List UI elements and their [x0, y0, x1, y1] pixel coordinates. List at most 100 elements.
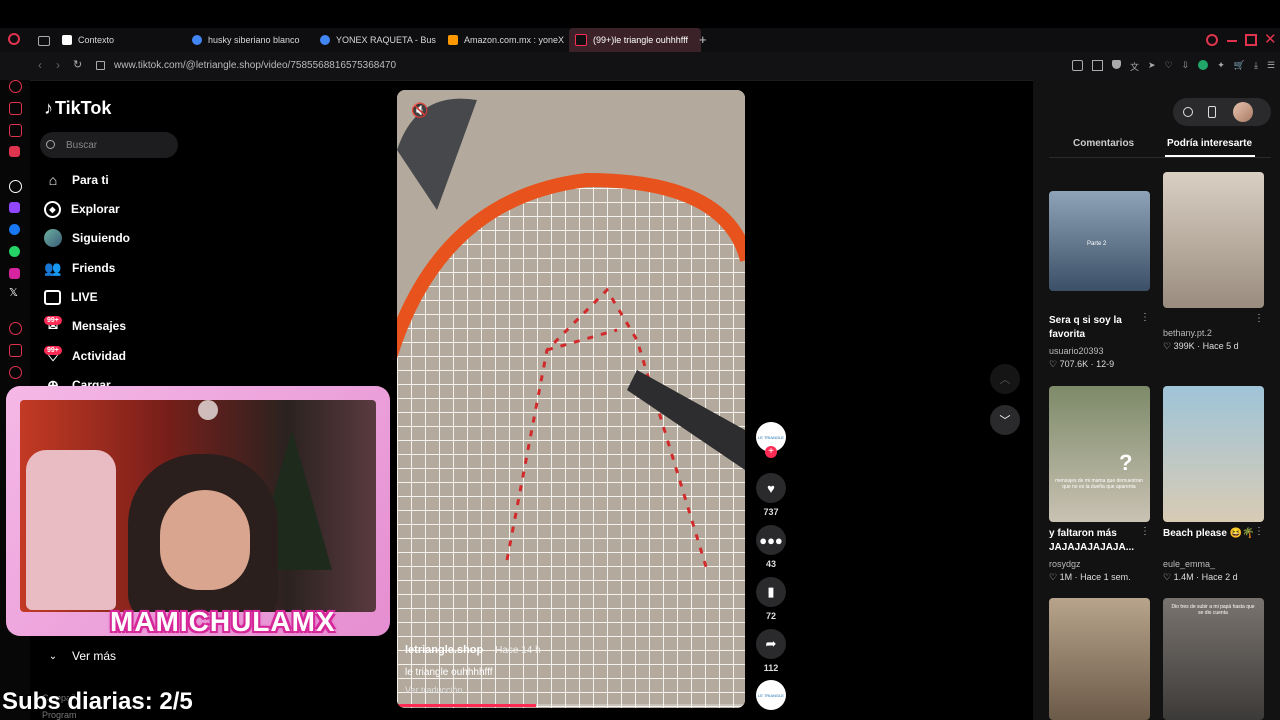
recommendation-thumbnail-1[interactable]: Parte 2 [1049, 191, 1150, 291]
tab-comentarios[interactable]: Comentarios [1073, 138, 1134, 149]
recommendation-thumbnail-6[interactable]: Dio tres de subir a mi papá hasta que se… [1163, 598, 1264, 720]
downloads-icon[interactable]: ⤓ [1254, 60, 1258, 73]
like-count: 707.6K [1059, 359, 1089, 369]
next-video-button[interactable]: ﹀ [990, 405, 1020, 435]
tab-husky[interactable]: husky siberiano blanco - [190, 28, 302, 52]
translate-link[interactable]: Ver traducción [405, 685, 463, 695]
tab-overview-icon[interactable] [38, 36, 50, 46]
tab-label: Contexto [78, 35, 115, 45]
tab-amazon[interactable]: Amazon.com.mx : yoneX [446, 28, 564, 52]
new-tab-button[interactable]: + [699, 32, 707, 47]
previous-video-button[interactable]: ︿ [990, 364, 1020, 394]
like-count: 399K [1173, 341, 1195, 351]
nav-friends[interactable]: 👥 Friends [44, 257, 115, 279]
tiktok-note-icon: ♪ [44, 98, 53, 118]
video-player[interactable]: 🔇 letriangle.shop · Hace 14 h le triangl… [397, 90, 745, 708]
follow-plus-icon[interactable]: + [765, 446, 777, 458]
recommendation-user-4[interactable]: eule_emma_ [1163, 559, 1215, 569]
tiktok-sidebar-icon[interactable] [9, 180, 22, 193]
forward-icon[interactable]: › [56, 58, 60, 72]
nav-live[interactable]: LIVE [44, 286, 98, 308]
more-options-icon[interactable]: ⋮ [1254, 526, 1264, 537]
music-disc[interactable]: LE TRIANGLE [756, 680, 786, 710]
bookmark-icon[interactable] [1092, 60, 1103, 71]
x-icon[interactable]: 𝕏 [9, 286, 18, 299]
aria-icon[interactable] [9, 80, 22, 93]
video-author[interactable]: letriangle.shop [405, 644, 483, 656]
pin-icon[interactable] [1072, 60, 1083, 71]
whatsapp-icon[interactable] [9, 246, 20, 257]
save-count: 72 [765, 611, 776, 621]
tab-tiktok-active[interactable]: (99+)le triangle ouhhhfff [569, 28, 701, 52]
search-tabs-icon[interactable] [1206, 34, 1218, 46]
nav-para-ti[interactable]: ⌂ Para ti [44, 169, 109, 191]
translate-icon[interactable]: 文 [1130, 60, 1139, 73]
more-options-icon[interactable]: ⋮ [1254, 313, 1264, 324]
more-options-icon[interactable]: ⋮ [1140, 312, 1150, 323]
recommendation-thumbnail-3[interactable]: mensajes de mi mama que demuestran que n… [1049, 386, 1150, 522]
reload-icon[interactable]: ↻ [73, 58, 82, 71]
profile-avatar[interactable] [1233, 102, 1253, 122]
messenger-icon[interactable] [9, 224, 20, 235]
maximize-icon[interactable] [1245, 34, 1257, 46]
more-options-icon[interactable]: ⋮ [1140, 526, 1150, 537]
search-icon [46, 140, 55, 149]
close-icon[interactable]: ✕ [1264, 30, 1277, 48]
mute-icon[interactable]: 🔇 [411, 102, 428, 119]
heart-icon[interactable]: ♡ [1165, 60, 1173, 73]
nav-label: Friends [72, 261, 116, 275]
crypto-icon[interactable] [9, 124, 22, 137]
progress-track[interactable] [397, 704, 745, 707]
nav-explorar[interactable]: ◆ Explorar [44, 198, 120, 220]
gmail-icon[interactable] [9, 146, 20, 157]
phone-icon[interactable] [1208, 106, 1216, 118]
cart-icon[interactable]: 🛒 [1234, 60, 1245, 73]
extensions-toolbar: 文 ➤ ♡ ⇩ ✦ 🛒 ⤓ ☰ [1072, 60, 1275, 73]
search-input[interactable]: Buscar [40, 132, 178, 158]
recommendation-user-2[interactable]: bethany.pt.2 [1163, 328, 1212, 338]
history-icon[interactable] [9, 366, 22, 379]
instagram-icon[interactable] [9, 268, 20, 279]
minimize-icon[interactable] [1227, 40, 1237, 42]
recommendation-user-3[interactable]: rosydgz [1049, 559, 1081, 569]
nav-siguiendo[interactable]: Siguiendo [44, 227, 130, 249]
tab-podria-interesarte[interactable]: Podría interesarte [1167, 138, 1252, 149]
recommendation-caption-1[interactable]: Sera q si soy la favorita [1049, 314, 1139, 342]
back-icon[interactable]: ‹ [38, 58, 42, 72]
ver-mas-button[interactable]: ⌄ Ver más [44, 645, 116, 667]
like-count: 737 [763, 507, 779, 517]
share-button[interactable]: ➦ 112 [756, 629, 786, 673]
compass-icon[interactable] [1183, 107, 1193, 117]
recommendation-caption-4[interactable]: Beach please 😆🌴 [1163, 527, 1255, 541]
player-icon[interactable] [9, 322, 22, 335]
download-icon[interactable]: ⇩ [1182, 60, 1190, 73]
creator-avatar[interactable]: LE TRIANGLE + [756, 422, 786, 458]
extensions-icon[interactable]: ✦ [1217, 60, 1225, 73]
nav-label: LIVE [71, 290, 98, 304]
tab-contexto[interactable]: Contexto [60, 28, 182, 52]
opera-menu-icon[interactable] [8, 33, 20, 45]
progress-fill [397, 704, 537, 707]
comment-count: 43 [765, 559, 776, 569]
tab-yonex[interactable]: YONEX RAQUETA - Busc [318, 28, 436, 52]
tiktok-logo[interactable]: ♪ TikTok [44, 98, 111, 119]
url-field[interactable]: www.tiktok.com/@letriangle.shop/video/75… [114, 60, 396, 71]
recommendation-thumbnail-5[interactable] [1049, 598, 1150, 720]
wallet-icon[interactable] [9, 344, 22, 357]
recommendation-caption-3[interactable]: y faltaron más JAJAJAJAJAJA... [1049, 527, 1139, 555]
shield-icon[interactable] [1112, 60, 1121, 69]
send-icon[interactable]: ➤ [1148, 60, 1156, 73]
comment-button[interactable]: ●●● 43 [756, 525, 786, 569]
like-button[interactable]: ♥ 737 [756, 473, 786, 517]
recommendation-thumbnail-2[interactable] [1163, 172, 1264, 308]
tab-favicon [62, 35, 72, 45]
save-button[interactable]: ▮ 72 [756, 577, 786, 621]
vpn-icon[interactable] [1198, 60, 1209, 70]
twitch-icon[interactable] [9, 202, 20, 213]
recommendation-user-1[interactable]: usuario20393 [1049, 346, 1104, 356]
workspace-icon[interactable] [9, 102, 22, 115]
recommendation-thumbnail-4[interactable] [1163, 386, 1264, 522]
panel-toolbar [1173, 98, 1271, 126]
menu-icon[interactable]: ☰ [1267, 60, 1275, 73]
tab-label: husky siberiano blanco - [208, 35, 302, 45]
